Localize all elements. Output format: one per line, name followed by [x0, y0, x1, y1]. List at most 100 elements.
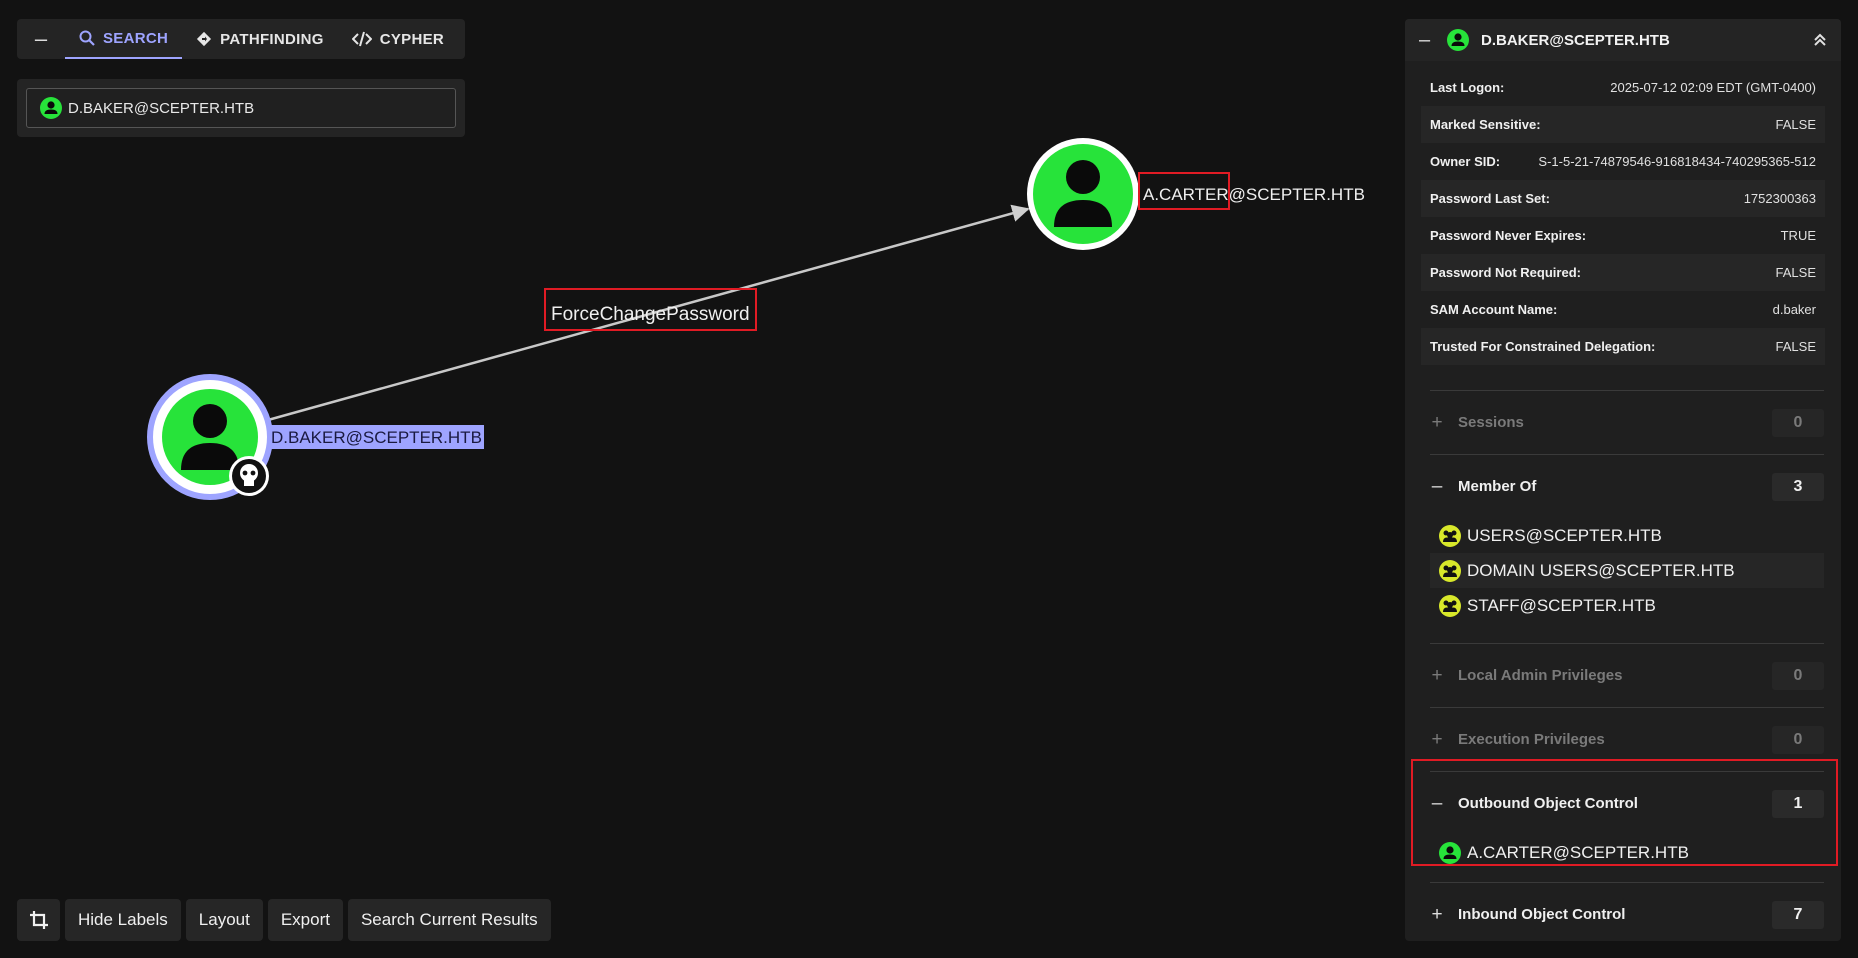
bloodhound-app: ForceChangePassword D.BAKER@SCEPTER.HTB — [0, 0, 1858, 958]
section-sessions: + Sessions 0 — [1430, 390, 1824, 454]
chevrons-up-icon[interactable] — [1813, 33, 1827, 47]
group-icon — [1439, 594, 1461, 617]
property-key: Password Last Set: — [1430, 191, 1550, 206]
property-key: SAM Account Name: — [1430, 302, 1558, 317]
property-value: 1752300363 — [1743, 191, 1816, 206]
layout-button[interactable]: Layout — [185, 899, 263, 941]
member-of-list: USERS@SCEPTER.HTB DOMAIN USERS@SCEPTER.H… — [1430, 518, 1824, 643]
collapse-panel-button[interactable]: – — [1419, 29, 1435, 52]
group-icon — [1439, 559, 1461, 582]
expand-icon: + — [1431, 411, 1443, 433]
properties-list: Last Logon: 2025-07-12 02:09 EDT (GMT-040… — [1405, 61, 1841, 365]
top-navigation: – SEARCH PATHFINDING CYPHER — [17, 19, 465, 59]
section-count: 3 — [1772, 472, 1824, 501]
section-sessions-header[interactable]: + Sessions 0 — [1430, 391, 1824, 454]
list-item[interactable]: STAFF@SCEPTER.HTB — [1430, 588, 1824, 623]
list-item[interactable]: USERS@SCEPTER.HTB — [1430, 518, 1824, 553]
property-key: Last Logon: — [1430, 80, 1505, 95]
list-item-label: STAFF@SCEPTER.HTB — [1467, 595, 1656, 615]
search-current-results-button[interactable]: Search Current Results — [347, 899, 551, 941]
section-member-of: – Member Of 3 USERS@SCEPTER.HTB DOMAIN U… — [1430, 454, 1824, 643]
property-row: Password Not Required: FALSE — [1421, 254, 1825, 291]
export-button[interactable]: Export — [267, 899, 343, 941]
property-key: Trusted For Constrained Delegation: — [1430, 339, 1656, 354]
crop-icon — [29, 911, 48, 929]
section-inbound-object-control-header[interactable]: + Inbound Object Control 7 — [1430, 883, 1824, 941]
section-count: 7 — [1772, 900, 1824, 929]
skull-icon — [229, 456, 269, 496]
user-icon — [1439, 841, 1461, 864]
property-value: 2025-07-12 02:09 EDT (GMT-0400) — [1610, 80, 1816, 95]
property-value: FALSE — [1775, 117, 1816, 132]
panel-title: D.BAKER@SCEPTER.HTB — [1481, 31, 1670, 49]
section-label: Member Of — [1458, 478, 1537, 495]
section-member-of-header[interactable]: – Member Of 3 — [1430, 455, 1824, 518]
property-row: SAM Account Name: d.baker — [1421, 291, 1825, 328]
section-execution-privileges: + Execution Privileges 0 — [1430, 707, 1824, 771]
property-value: FALSE — [1775, 339, 1816, 354]
list-item[interactable]: A.CARTER@SCEPTER.HTB — [1430, 835, 1824, 870]
expand-icon: + — [1431, 903, 1443, 925]
section-label: Local Admin Privileges — [1458, 667, 1623, 684]
property-key: Password Never Expires: — [1430, 228, 1587, 243]
section-label: Execution Privileges — [1458, 731, 1605, 748]
section-label: Sessions — [1458, 414, 1524, 431]
graph-toolbar: Hide Labels Layout Export Search Current… — [17, 899, 551, 941]
expand-icon: + — [1431, 664, 1443, 686]
list-item-label: DOMAIN USERS@SCEPTER.HTB — [1467, 560, 1735, 580]
outbound-object-control-list: A.CARTER@SCEPTER.HTB — [1430, 835, 1824, 882]
search-input-value: D.BAKER@SCEPTER.HTB — [68, 99, 255, 117]
collapse-nav-button[interactable]: – — [17, 19, 65, 59]
property-row: Password Never Expires: TRUE — [1421, 217, 1825, 254]
search-input[interactable]: D.BAKER@SCEPTER.HTB — [26, 88, 456, 128]
section-count: 0 — [1772, 408, 1824, 437]
property-key: Marked Sensitive: — [1430, 117, 1541, 132]
search-icon — [79, 30, 95, 46]
graph-canvas[interactable]: ForceChangePassword D.BAKER@SCEPTER.HTB — [0, 0, 1400, 958]
section-count: 0 — [1772, 661, 1824, 690]
collapse-icon: – — [1431, 792, 1443, 814]
section-inbound-object-control: + Inbound Object Control 7 — [1430, 882, 1824, 941]
section-label: Outbound Object Control — [1458, 795, 1638, 812]
section-local-admin-header[interactable]: + Local Admin Privileges 0 — [1430, 644, 1824, 707]
search-container: D.BAKER@SCEPTER.HTB — [17, 79, 465, 137]
tab-search-label: SEARCH — [103, 29, 169, 47]
section-label: Inbound Object Control — [1458, 906, 1626, 923]
section-count: 1 — [1772, 789, 1824, 818]
crop-button[interactable] — [17, 899, 60, 941]
section-outbound-object-control-header[interactable]: – Outbound Object Control 1 — [1430, 772, 1824, 835]
expand-icon: + — [1431, 728, 1443, 750]
list-item[interactable]: DOMAIN USERS@SCEPTER.HTB — [1430, 553, 1824, 588]
property-key: Password Not Required: — [1430, 265, 1581, 280]
tab-pathfinding-label: PATHFINDING — [220, 30, 324, 48]
edge-label-group[interactable]: ForceChangePassword — [544, 288, 757, 331]
edge-label[interactable]: ForceChangePassword — [551, 304, 750, 325]
node-target-label[interactable]: A.CARTER@SCEPTER.HTB — [1143, 185, 1365, 204]
section-local-admin: + Local Admin Privileges 0 — [1430, 643, 1824, 707]
tab-search[interactable]: SEARCH — [65, 19, 183, 59]
diamond-arrow-icon — [197, 31, 212, 47]
user-icon — [40, 97, 62, 119]
node-target[interactable] — [1027, 138, 1139, 250]
tab-cypher[interactable]: CYPHER — [338, 19, 458, 59]
hide-labels-button[interactable]: Hide Labels — [65, 899, 181, 941]
section-execution-privileges-header[interactable]: + Execution Privileges 0 — [1430, 708, 1824, 771]
user-icon — [1447, 29, 1469, 51]
node-source-label[interactable]: D.BAKER@SCEPTER.HTB — [271, 428, 482, 447]
property-row: Owner SID: S-1-5-21-74879546-916818434-74… — [1421, 143, 1825, 180]
section-count: 0 — [1772, 725, 1824, 754]
section-outbound-object-control: – Outbound Object Control 1 A.CARTER@SCE… — [1430, 771, 1824, 882]
panel-header: – D.BAKER@SCEPTER.HTB — [1405, 19, 1841, 61]
property-value: TRUE — [1780, 228, 1816, 243]
list-item-label: USERS@SCEPTER.HTB — [1467, 525, 1662, 545]
property-value: d.baker — [1772, 302, 1816, 317]
collapse-icon: – — [1431, 475, 1443, 497]
list-item-label: A.CARTER@SCEPTER.HTB — [1467, 842, 1689, 862]
property-value: S-1-5-21-74879546-916818434-740295365-51… — [1538, 154, 1816, 169]
node-source[interactable] — [147, 374, 273, 500]
tab-pathfinding[interactable]: PATHFINDING — [182, 19, 338, 59]
property-row: Trusted For Constrained Delegation: FALSE — [1421, 328, 1825, 365]
property-value: FALSE — [1775, 265, 1816, 280]
property-row: Last Logon: 2025-07-12 02:09 EDT (GMT-040… — [1421, 69, 1825, 106]
property-row: Password Last Set: 1752300363 — [1421, 180, 1825, 217]
